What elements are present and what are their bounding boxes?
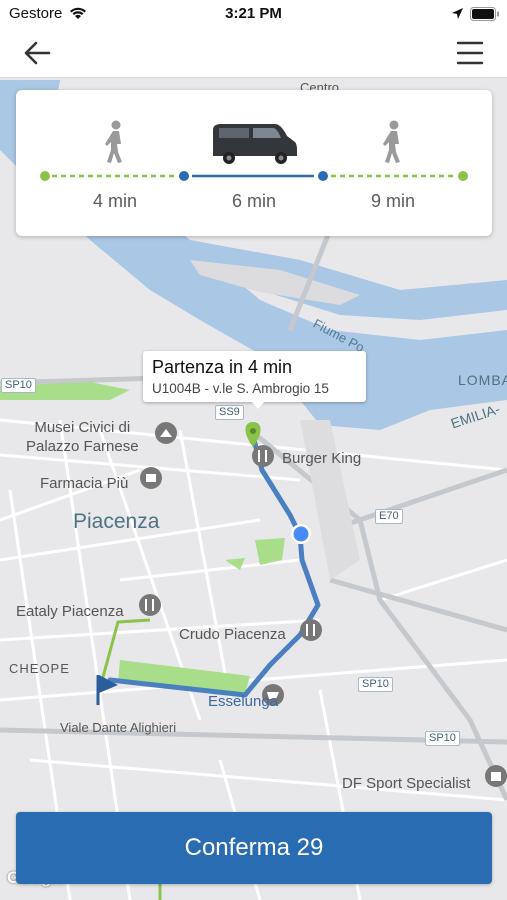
map-label-farmacia: Farmacia Più: [40, 475, 129, 492]
map-label-musei-civici: Musei Civici di Palazzo Farnese: [26, 419, 139, 455]
map-label-burger-king: Burger King: [282, 450, 362, 467]
road-badge-e70: E70: [375, 509, 403, 524]
battery-icon: [470, 7, 499, 21]
map-label-viale-dante: Viale Dante Alighieri: [60, 720, 177, 735]
map-label-lomba: LOMBA: [458, 372, 507, 388]
departure-time-label: Partenza in 4 min: [152, 357, 293, 377]
hamburger-menu-icon[interactable]: [455, 40, 485, 66]
road-badge-sp10-low: SP10: [425, 731, 460, 746]
callout-pointer: [250, 400, 266, 409]
map-label-df-sport: DF Sport Specialist: [342, 775, 471, 792]
leg-walk-start-duration: 4 min: [92, 191, 137, 211]
status-bar: Gestore 3:21 PM: [0, 0, 507, 28]
trip-summary-card: 4 min 6 min 9 min: [16, 90, 492, 236]
map-label-cheope: CHEOPE: [9, 661, 70, 676]
map-label-city-piacenza: Piacenza: [73, 510, 160, 533]
walking-person-icon-end: [383, 120, 400, 163]
leg-shuttle-duration: 6 min: [231, 191, 276, 211]
map-label-crudo: Crudo Piacenza: [179, 626, 286, 643]
departure-stop-label: U1004B - v.le S. Ambrogio 15: [152, 381, 329, 396]
road-badge-sp10-mid: SP10: [358, 677, 393, 692]
walking-person-icon: [105, 120, 122, 163]
map-label-esselunga: Esselunga: [208, 693, 279, 710]
location-arrow-icon: [452, 8, 463, 19]
leg-walk-end-duration: 9 min: [370, 191, 415, 211]
van-icon: [213, 124, 297, 164]
confirm-button[interactable]: Conferma 29: [16, 812, 492, 884]
clock-time: 3:21 PM: [225, 5, 282, 22]
road-badge-ss9: SS9: [215, 405, 244, 420]
departure-callout[interactable]: Partenza in 4 min U1004B - v.le S. Ambro…: [143, 351, 366, 402]
back-arrow-icon[interactable]: [22, 39, 52, 67]
navigation-bar: [0, 28, 507, 78]
map-label-eataly: Eataly Piacenza: [16, 603, 124, 620]
road-badge-sp10: SP10: [1, 378, 36, 393]
